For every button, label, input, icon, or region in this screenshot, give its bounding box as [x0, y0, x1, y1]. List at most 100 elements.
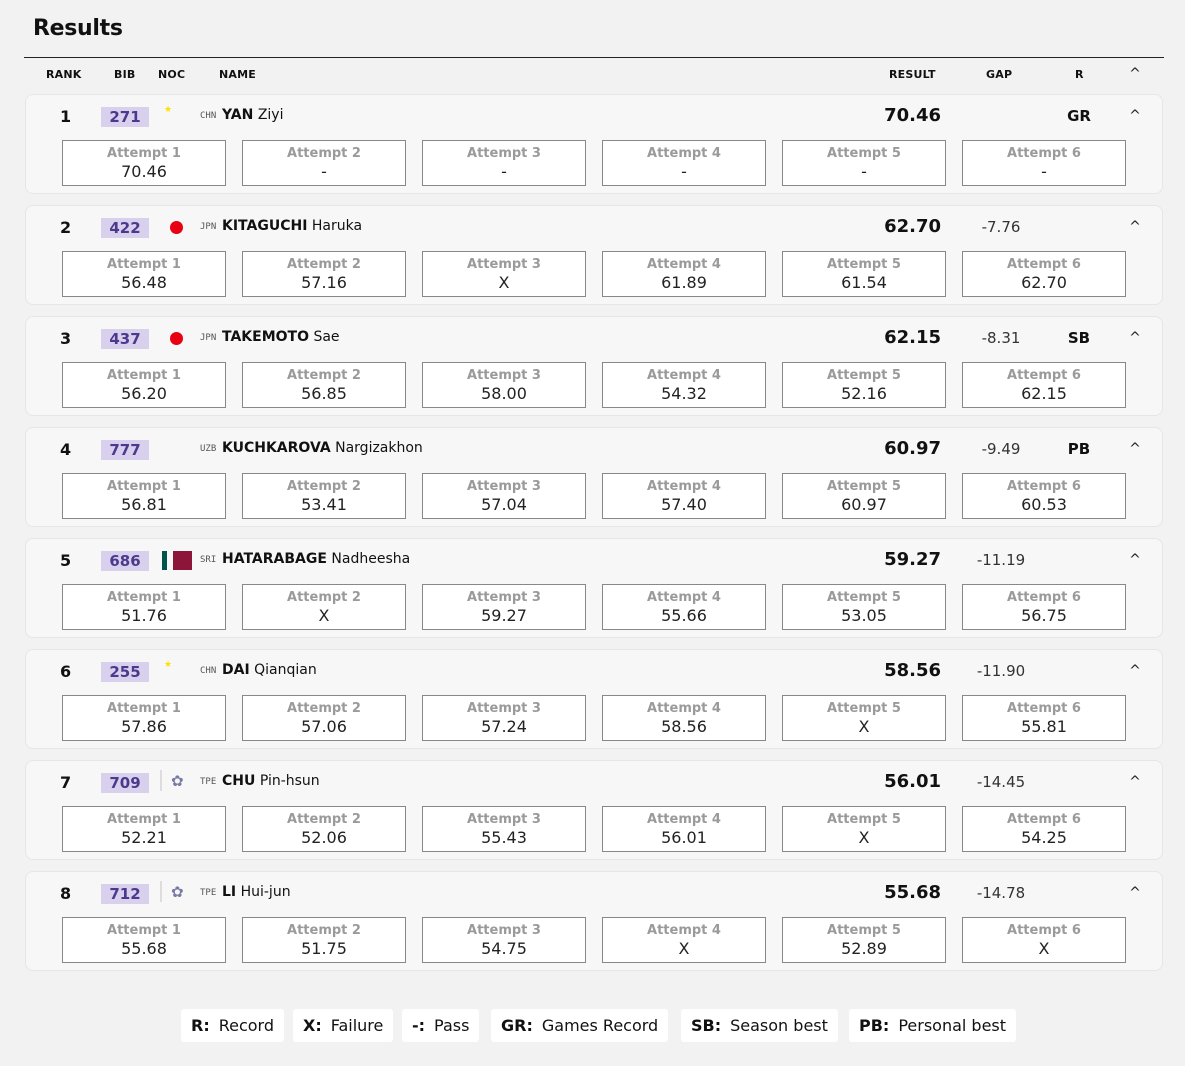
attempt-cell: Attempt 5 52.89	[782, 917, 946, 963]
table-row[interactable]: 6 255 CHN DAI Qianqian 58.56 -11.90 ^ Attempt 1…	[25, 649, 1163, 749]
legend-item: SB: Season best	[681, 1009, 838, 1042]
attempt-value: 57.16	[301, 273, 347, 292]
athlete-last-name: HATARABAGE	[222, 551, 327, 567]
attempt-value: 56.75	[1021, 606, 1067, 625]
legend-label: Failure	[330, 1016, 384, 1035]
table-row[interactable]: 5 686 SRI HATARABAGE Nadheesha 59.27 -11.19 ^ A…	[25, 538, 1163, 638]
attempt-label: Attempt 3	[467, 590, 541, 605]
attempt-cell: Attempt 3 59.27	[422, 584, 586, 630]
collapse-row-chevron-up-icon[interactable]: ^	[1127, 885, 1143, 901]
attempt-value: 55.81	[1021, 717, 1067, 736]
tpe-flag-icon	[160, 881, 162, 902]
result-value: 62.70	[884, 216, 941, 237]
gap-value: -7.76	[981, 218, 1021, 236]
attempt-value: 53.41	[301, 495, 347, 514]
attempt-value: 57.40	[661, 495, 707, 514]
attempt-value: X	[498, 273, 510, 292]
legend-item: GR: Games Record	[491, 1009, 669, 1042]
attempt-value: -	[321, 162, 327, 181]
bib-badge: 777	[101, 440, 149, 460]
attempt-label: Attempt 2	[287, 257, 361, 272]
noc-code: CHN	[200, 666, 217, 676]
attempt-value: 59.27	[481, 606, 527, 625]
athlete-first-name: Nadheesha	[331, 551, 411, 567]
attempt-value: 60.97	[841, 495, 887, 514]
athlete-name: LI Hui-jun	[222, 884, 291, 900]
attempt-cell: Attempt 4-	[602, 140, 766, 186]
collapse-row-chevron-up-icon[interactable]: ^	[1127, 663, 1143, 679]
attempts-list: Attempt 1 51.76 Attempt 2 X Attempt 3 59.27 At…	[62, 584, 1128, 630]
result-value: 55.68	[884, 882, 941, 903]
bib-badge: 437	[101, 329, 149, 349]
gap-value: -11.19	[976, 551, 1026, 569]
attempt-cell: Attempt 6 54.25	[962, 806, 1126, 852]
attempt-value: 54.25	[1021, 828, 1067, 847]
athlete-last-name: YAN	[222, 107, 254, 123]
attempt-label: Attempt 3	[467, 923, 541, 938]
collapse-row-chevron-up-icon[interactable]: ^	[1127, 219, 1143, 235]
attempt-label: Attempt 6	[1007, 812, 1081, 827]
record-badge: PB	[1067, 440, 1091, 458]
attempt-label: Attempt 5	[827, 590, 901, 605]
attempt-value: -	[501, 162, 507, 181]
attempt-cell: Attempt 5X	[782, 695, 946, 741]
attempt-label: Attempt 4	[647, 146, 721, 161]
collapse-row-chevron-up-icon[interactable]: ^	[1127, 441, 1143, 457]
attempt-cell: Attempt 6 62.70	[962, 251, 1126, 297]
collapse-row-chevron-up-icon[interactable]: ^	[1127, 108, 1143, 124]
header-gap: GAP	[986, 68, 1013, 81]
attempts-list: Attempt 1 56.48 Attempt 2 57.16 Attempt 3 X At…	[62, 251, 1128, 297]
attempt-label: Attempt 2	[287, 701, 361, 716]
table-row[interactable]: 7 709 TPE CHU Pin-hsun 56.01 -14.45 ^ Attempt 1…	[25, 760, 1163, 860]
results-panel: Results RANK BIB NOC NAME RESULT GAP R ^…	[0, 0, 1185, 1066]
noc-code: JPN	[200, 333, 217, 343]
attempt-value: X	[318, 606, 330, 625]
attempt-cell: Attempt 4 55.66	[602, 584, 766, 630]
legend-key: -:	[412, 1016, 426, 1035]
noc-code: SRI	[200, 555, 217, 565]
attempt-label: Attempt 4	[647, 479, 721, 494]
attempt-label: Attempt 4	[647, 590, 721, 605]
attempt-cell: Attempt 4 57.40	[602, 473, 766, 519]
table-row[interactable]: 2 422 JPN KITAGUCHI Haruka 62.70 -7.76 ^ Attemp…	[25, 205, 1163, 305]
attempt-value: 54.32	[661, 384, 707, 403]
attempt-label: Attempt 5	[827, 146, 901, 161]
header-noc: NOC	[158, 68, 186, 81]
table-row[interactable]: 8712TPELI Hui-jun55.68-14.78^Attempt 155…	[25, 871, 1163, 971]
attempt-label: Attempt 5	[827, 479, 901, 494]
athlete-last-name: TAKEMOTO	[222, 329, 309, 345]
attempt-cell: Attempt 3 57.24	[422, 695, 586, 741]
attempts-list: Attempt 1 56.81 Attempt 2 53.41 Attempt 3 57.…	[62, 473, 1128, 519]
collapse-row-chevron-up-icon[interactable]: ^	[1127, 774, 1143, 790]
table-row[interactable]: 4 777 UZB KUCHKAROVA Nargizakhon 60.97 -9.49 P…	[25, 427, 1163, 527]
attempt-value: 61.54	[841, 273, 887, 292]
attempt-label: Attempt 3	[467, 479, 541, 494]
title-divider	[24, 57, 1164, 58]
attempt-value: 56.81	[121, 495, 167, 514]
record-badge: SB	[1067, 329, 1091, 347]
attempt-cell: Attempt 3-	[422, 140, 586, 186]
collapse-all-chevron-up-icon[interactable]: ^	[1127, 66, 1143, 82]
athlete-name: KUCHKAROVA Nargizakhon	[222, 440, 423, 456]
attempt-value: 57.06	[301, 717, 347, 736]
legend-key: SB:	[691, 1016, 722, 1035]
attempt-label: Attempt 6	[1007, 590, 1081, 605]
table-row[interactable]: 3 437 JPN TAKEMOTO Sae 62.15 -8.31 SB ^ Attempt …	[25, 316, 1163, 416]
athlete-last-name: LI	[222, 884, 237, 900]
table-row[interactable]: 1 271 CHN YAN Ziyi 70.46 GR ^ Attempt 1 70.46 Att…	[25, 94, 1163, 194]
attempt-value: 52.21	[121, 828, 167, 847]
header-result: RESULT	[889, 68, 936, 81]
legend-key: PB:	[859, 1016, 890, 1035]
athlete-first-name: Nargizakhon	[335, 440, 423, 456]
collapse-row-chevron-up-icon[interactable]: ^	[1127, 330, 1143, 346]
legend-label: Games Record	[541, 1016, 659, 1035]
athlete-name: HATARABAGE Nadheesha	[222, 551, 410, 567]
attempt-cell: Attempt 2 51.75	[242, 917, 406, 963]
athlete-name: YAN Ziyi	[222, 107, 283, 123]
attempt-value: 70.46	[121, 162, 167, 181]
attempt-value: 62.70	[1021, 273, 1067, 292]
attempt-cell: Attempt 1 51.76	[62, 584, 226, 630]
collapse-row-chevron-up-icon[interactable]: ^	[1127, 552, 1143, 568]
attempt-cell: Attempt 1 56.81	[62, 473, 226, 519]
attempt-cell: Attempt 6 62.15	[962, 362, 1126, 408]
